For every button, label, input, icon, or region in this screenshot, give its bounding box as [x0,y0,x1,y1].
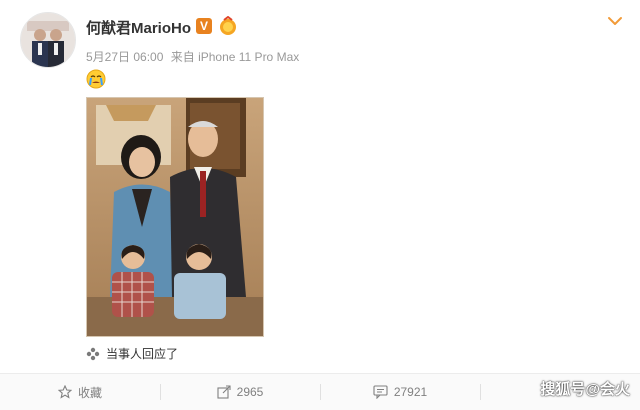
post-source: 来自 iPhone 11 Pro Max [170,50,300,64]
username-link[interactable]: 何猷君MarioHo [86,17,191,38]
repost-button[interactable]: 2965 [160,374,320,410]
favorite-button[interactable]: 收藏 [0,374,160,410]
comment-icon [373,385,388,399]
reply-note-text: 当事人回应了 [106,347,179,361]
reply-note: 当事人回应了 [86,345,178,362]
star-icon [57,385,72,399]
comment-button[interactable]: 27921 [320,374,480,410]
flower-icon [86,347,100,361]
avatar[interactable] [20,12,76,68]
repost-icon [217,385,231,399]
member-level-icon [218,15,238,36]
watermark: 搜狐号@会火 [540,381,630,398]
repost-count: 2965 [236,385,264,399]
post-date[interactable]: 5月27日 06:00 [86,50,163,64]
favorite-label: 收藏 [77,385,102,400]
crying-emoji-icon [86,69,106,89]
post-meta: 5月27日 06:00 来自 iPhone 11 Pro Max [86,48,303,65]
verified-badge: V [196,18,212,34]
avatar-image [21,13,75,67]
comment-count: 27921 [393,385,428,399]
post-photo[interactable] [86,97,264,337]
chevron-down-icon[interactable] [606,14,624,28]
